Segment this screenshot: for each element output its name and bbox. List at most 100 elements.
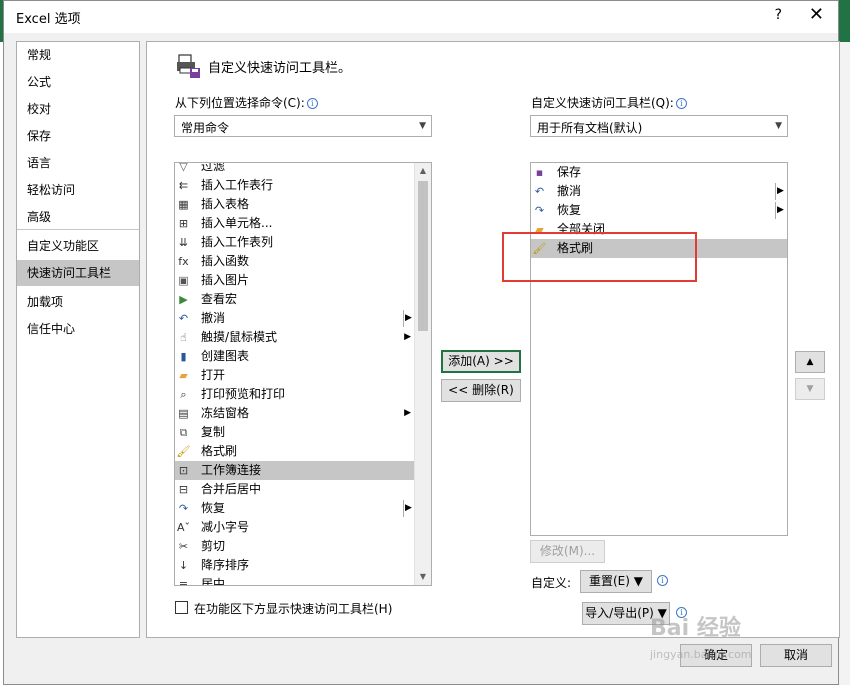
list-item-label: 工作簿连接 — [201, 463, 262, 477]
scroll-up-icon[interactable]: ▲ — [415, 163, 431, 179]
picture-icon: ▣ — [178, 274, 189, 287]
list-item-label: 插入表格 — [201, 197, 250, 211]
list-item-label: 打开 — [201, 368, 226, 382]
list-item[interactable]: ▤ 冻结窗格 ▶ — [175, 404, 415, 423]
list-item-label: 降序排序 — [201, 558, 250, 572]
customize-qat-value: 用于所有文档(默认) — [537, 121, 643, 135]
add-button[interactable]: 添加(A) >> — [441, 350, 521, 373]
list-item[interactable]: ↷ 恢复 ▶ — [175, 499, 415, 518]
redo-icon: ↷ — [178, 502, 189, 515]
list-item[interactable]: ↶ 撤消 ▶ — [175, 309, 415, 328]
modify-button[interactable]: 修改(M)... — [530, 540, 605, 563]
nav-item[interactable]: 保存 — [17, 123, 139, 149]
list-item[interactable]: Aˇ 减小字号 — [175, 518, 415, 537]
center-align-icon: ≡ — [178, 578, 189, 586]
qat-header-icon — [177, 54, 200, 78]
list-item-label: 过滤 — [201, 162, 226, 173]
cancel-button[interactable]: 取消 — [760, 644, 832, 667]
choose-commands-label: 从下列位置选择命令(C): i — [175, 94, 318, 111]
nav-item[interactable]: 快速访问工具栏 — [17, 260, 139, 286]
nav-item[interactable]: 加载项 — [17, 289, 139, 315]
insert-column-icon: ⇊ — [178, 236, 189, 249]
scroll-thumb[interactable] — [418, 181, 428, 331]
list-item[interactable]: ▦ 插入表格 — [175, 195, 415, 214]
decrease-font-icon: Aˇ — [176, 521, 191, 534]
freeze-panes-icon: ▤ — [178, 407, 189, 420]
excel-options-dialog: Excel 选项 ? ✕ 常规 公式 校对 保存 语言 轻松访问 高级 自定义功能区 快速访问工… — [3, 0, 840, 685]
cut-icon: ✂ — [178, 540, 189, 553]
list-item[interactable]: ⌕ 打印预览和打印 — [175, 385, 415, 404]
list-item[interactable]: ⊞ 插入单元格... — [175, 214, 415, 233]
list-item[interactable]: ⇇ 插入工作表行 — [175, 176, 415, 195]
list-item[interactable]: ⇊ 插入工作表列 — [175, 233, 415, 252]
list-item[interactable]: ↷ 恢复 ▶ — [531, 201, 787, 220]
touch-mode-icon: ☝ — [180, 331, 187, 344]
list-item[interactable]: ▰ 打开 — [175, 366, 415, 385]
submenu-arrow-icon: ▶ — [403, 310, 413, 327]
list-item-label: 居中 — [201, 577, 226, 586]
list-item-label: 格式刷 — [201, 444, 238, 458]
list-item[interactable]: ✂ 剪切 — [175, 537, 415, 556]
move-down-button[interactable]: ▼ — [795, 378, 825, 400]
table-icon: ▦ — [178, 198, 189, 211]
merge-center-icon: ⊟ — [178, 483, 189, 496]
list-item[interactable]: ↶ 撤消 ▶ — [531, 182, 787, 201]
undo-icon: ↶ — [178, 312, 189, 325]
show-below-ribbon-label: 在功能区下方显示快速访问工具栏(H) — [194, 602, 393, 616]
info-icon: i — [657, 575, 668, 586]
redo-icon: ↷ — [534, 204, 545, 217]
remove-button[interactable]: << 删除(R) — [441, 379, 521, 402]
nav-item[interactable]: 信任中心 — [17, 316, 139, 342]
list-item[interactable]: ▣ 插入图片 — [175, 271, 415, 290]
list-item[interactable]: ⊡ 工作簿连接 — [175, 461, 415, 480]
list-item[interactable]: ☝ 触摸/鼠标模式 ▶ — [175, 328, 415, 347]
list-item[interactable]: ▶ 查看宏 — [175, 290, 415, 309]
chevron-down-icon: ▼ — [775, 121, 782, 131]
list-item[interactable]: ⊟ 合并后居中 — [175, 480, 415, 499]
commands-scrollbar[interactable]: ▲ ▼ — [414, 163, 431, 585]
nav-item[interactable]: 校对 — [17, 96, 139, 122]
play-macro-icon: ▶ — [179, 293, 188, 306]
customize-qat-combo[interactable]: 用于所有文档(默认) ▼ — [530, 115, 788, 137]
workbook-connection-icon: ⊡ — [178, 464, 189, 477]
open-folder-icon: ▰ — [179, 369, 188, 382]
list-item[interactable]: ▮ 创建图表 — [175, 347, 415, 366]
nav-item[interactable]: 公式 — [17, 69, 139, 95]
nav-separator — [17, 285, 139, 286]
highlight-annotation — [502, 232, 697, 282]
nav-item[interactable]: 自定义功能区 — [17, 233, 139, 259]
list-item[interactable]: ↓ 降序排序 — [175, 556, 415, 575]
list-item[interactable]: ▽ 过滤 — [175, 162, 415, 176]
watermark-url: jingyan.baidu.com — [650, 648, 752, 661]
list-item[interactable]: ▪ 保存 — [531, 163, 787, 182]
insert-cells-icon: ⊞ — [178, 217, 189, 230]
submenu-arrow-icon: ▶ — [775, 183, 785, 200]
submenu-arrow-icon: ▶ — [403, 500, 413, 517]
choose-commands-combo[interactable]: 常用命令 ▼ — [174, 115, 432, 137]
close-button[interactable]: ✕ — [809, 4, 824, 25]
move-up-button[interactable]: ▲ — [795, 351, 825, 373]
nav-item[interactable]: 高级 — [17, 204, 139, 230]
help-button[interactable]: ? — [775, 7, 782, 23]
nav-item[interactable]: 轻松访问 — [17, 177, 139, 203]
list-item-label: 插入工作表行 — [201, 178, 274, 192]
reset-button[interactable]: 重置(E) ▼ — [580, 570, 652, 593]
show-below-ribbon-checkbox[interactable] — [175, 601, 188, 614]
list-item[interactable]: fx 插入函数 — [175, 252, 415, 271]
scroll-down-icon[interactable]: ▼ — [415, 569, 431, 585]
insert-row-icon: ⇇ — [178, 179, 189, 192]
commands-list[interactable]: ▽ 过滤 ⇇ 插入工作表行 ▦ 插入表格 ⊞ 插入单元格... ⇊ 插入工作表列 fx 插入函数 ▣ 插入… — [174, 162, 432, 586]
list-item-label: 插入工作表列 — [201, 235, 274, 249]
customizations-label: 自定义: — [531, 576, 572, 590]
list-item[interactable]: ≡ 居中 — [175, 575, 415, 586]
list-item[interactable]: 🖌 格式刷 — [175, 442, 415, 461]
qat-list[interactable]: ▪ 保存 ↶ 撤消 ▶ ↷ 恢复 ▶ ▰ 全部关闭 🖌 格式刷 — [530, 162, 788, 536]
list-item-label: 冻结窗格 — [201, 406, 250, 420]
list-item-label: 查看宏 — [201, 292, 238, 306]
list-item-label: 保存 — [557, 165, 582, 179]
nav-item[interactable]: 常规 — [17, 42, 139, 68]
watermark-logo: Bai 经验 — [650, 616, 741, 641]
list-item-label: 减小字号 — [201, 520, 250, 534]
nav-item[interactable]: 语言 — [17, 150, 139, 176]
list-item[interactable]: ⧉ 复制 — [175, 423, 415, 442]
